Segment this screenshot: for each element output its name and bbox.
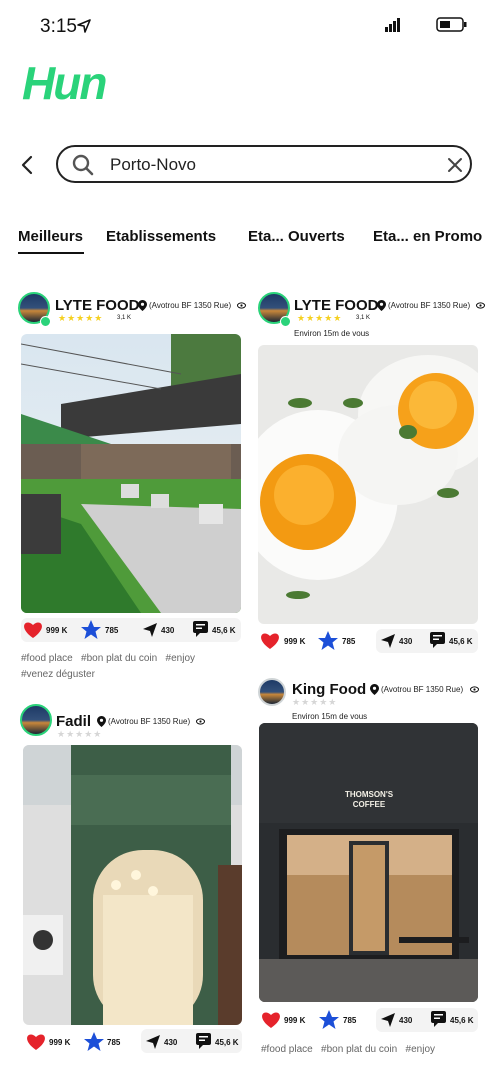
distance-text: Environ 15m de vous	[292, 712, 368, 721]
signal-icon	[385, 18, 400, 32]
svg-text:THOMSON'S: THOMSON'S	[345, 790, 394, 799]
heart-icon[interactable]	[26, 1033, 46, 1051]
eye-icon[interactable]	[196, 718, 205, 725]
comment-icon[interactable]	[196, 1033, 211, 1049]
shares-count: 430	[164, 1038, 178, 1047]
tab-eta-en-promo[interactable]: Eta... en Promo	[373, 228, 482, 245]
rating-count: 3,1 K	[117, 315, 132, 321]
likes-count: 999 K	[49, 1038, 71, 1047]
tab-etablissements[interactable]: Etablissements	[106, 228, 216, 245]
shares-count: 430	[399, 637, 413, 646]
restaurant-name[interactable]: King Food	[292, 681, 366, 698]
comments-count: 45,6 K	[212, 626, 236, 635]
favorite-star-icon[interactable]	[318, 1009, 340, 1031]
rating-count: 3,1 K	[356, 315, 371, 321]
app-logo-text: Hun	[22, 57, 107, 109]
shares-count: 430	[399, 1016, 413, 1025]
location-pin-icon	[97, 716, 106, 727]
rating-stars: ★★★★★	[297, 313, 343, 323]
clear-icon[interactable]	[446, 156, 464, 174]
battery-icon	[436, 17, 467, 32]
restaurant-photo[interactable]	[21, 334, 241, 613]
tags-line: #venez déguster	[21, 669, 95, 680]
share-icon[interactable]	[145, 1034, 161, 1050]
tags-line: #food place #bon plat du coin #enjoy	[21, 653, 196, 664]
location-pin-icon	[377, 300, 386, 311]
favorite-star-icon[interactable]	[83, 1031, 105, 1053]
favorite-star-icon[interactable]	[317, 630, 339, 652]
tab-active-indicator	[18, 252, 84, 254]
heart-icon[interactable]	[23, 621, 43, 639]
eye-icon[interactable]	[470, 686, 479, 693]
location-pin-icon	[370, 684, 379, 695]
favorites-count: 785	[107, 1038, 121, 1047]
status-time: 3:15	[40, 16, 77, 37]
verified-badge	[280, 316, 291, 327]
comments-count: 45,6 K	[449, 637, 473, 646]
tab-eta-ouverts[interactable]: Eta... Ouverts	[248, 228, 345, 245]
tab-meilleurs[interactable]: Meilleurs	[18, 228, 83, 245]
share-icon[interactable]	[380, 633, 396, 649]
comment-icon[interactable]	[431, 1011, 446, 1027]
restaurant-address: (Avotrou BF 1350 Rue)	[149, 301, 232, 310]
avatar[interactable]	[258, 678, 286, 706]
heart-icon[interactable]	[260, 632, 280, 650]
restaurant-photo[interactable]: THOMSON'S COFFEE	[259, 723, 478, 1002]
search-icon	[72, 154, 94, 176]
distance-text: Environ 15m de vous	[294, 329, 370, 338]
comments-count: 45,6 K	[450, 1016, 474, 1025]
eye-icon[interactable]	[237, 302, 246, 309]
app-logo: Hun	[22, 56, 107, 110]
tags-line: #food place #bon plat du coin #enjoy	[261, 1044, 436, 1055]
rating-stars: ★★★★★	[57, 729, 103, 739]
location-pin-icon	[138, 300, 147, 311]
rating-stars: ★★★★★	[292, 697, 338, 707]
comment-icon[interactable]	[430, 632, 445, 648]
restaurant-name[interactable]: LYTE FOOD	[294, 297, 378, 314]
search-bar[interactable]	[56, 145, 472, 183]
restaurant-photo[interactable]	[258, 345, 478, 624]
favorites-count: 785	[343, 1016, 357, 1025]
rating-stars: ★★★★★	[58, 313, 104, 323]
back-arrow-icon[interactable]	[18, 154, 38, 176]
restaurant-address: (Avotrou BF 1350 Rue)	[388, 301, 471, 310]
eye-icon[interactable]	[476, 302, 485, 309]
heart-icon[interactable]	[261, 1011, 281, 1029]
restaurant-name[interactable]: LYTE FOOD	[55, 297, 139, 314]
svg-text:COFFEE: COFFEE	[353, 800, 386, 809]
favorite-star-icon[interactable]	[80, 619, 102, 641]
verified-badge	[40, 316, 51, 327]
comment-icon[interactable]	[193, 621, 208, 637]
location-arrow-icon	[77, 19, 91, 33]
shares-count: 430	[161, 626, 175, 635]
search-input[interactable]	[108, 153, 432, 177]
restaurant-name[interactable]: Fadil	[56, 713, 91, 730]
restaurant-address: (Avotrou BF 1350 Rue)	[381, 685, 464, 694]
likes-count: 999 K	[284, 1016, 306, 1025]
restaurant-address: (Avotrou BF 1350 Rue)	[108, 717, 191, 726]
favorites-count: 785	[342, 637, 356, 646]
share-icon[interactable]	[380, 1012, 396, 1028]
favorites-count: 785	[105, 626, 119, 635]
restaurant-photo[interactable]	[23, 745, 242, 1025]
comments-count: 45,6 K	[215, 1038, 239, 1047]
likes-count: 999 K	[46, 626, 68, 635]
share-icon[interactable]	[142, 622, 158, 638]
likes-count: 999 K	[284, 637, 306, 646]
avatar[interactable]	[20, 704, 52, 736]
